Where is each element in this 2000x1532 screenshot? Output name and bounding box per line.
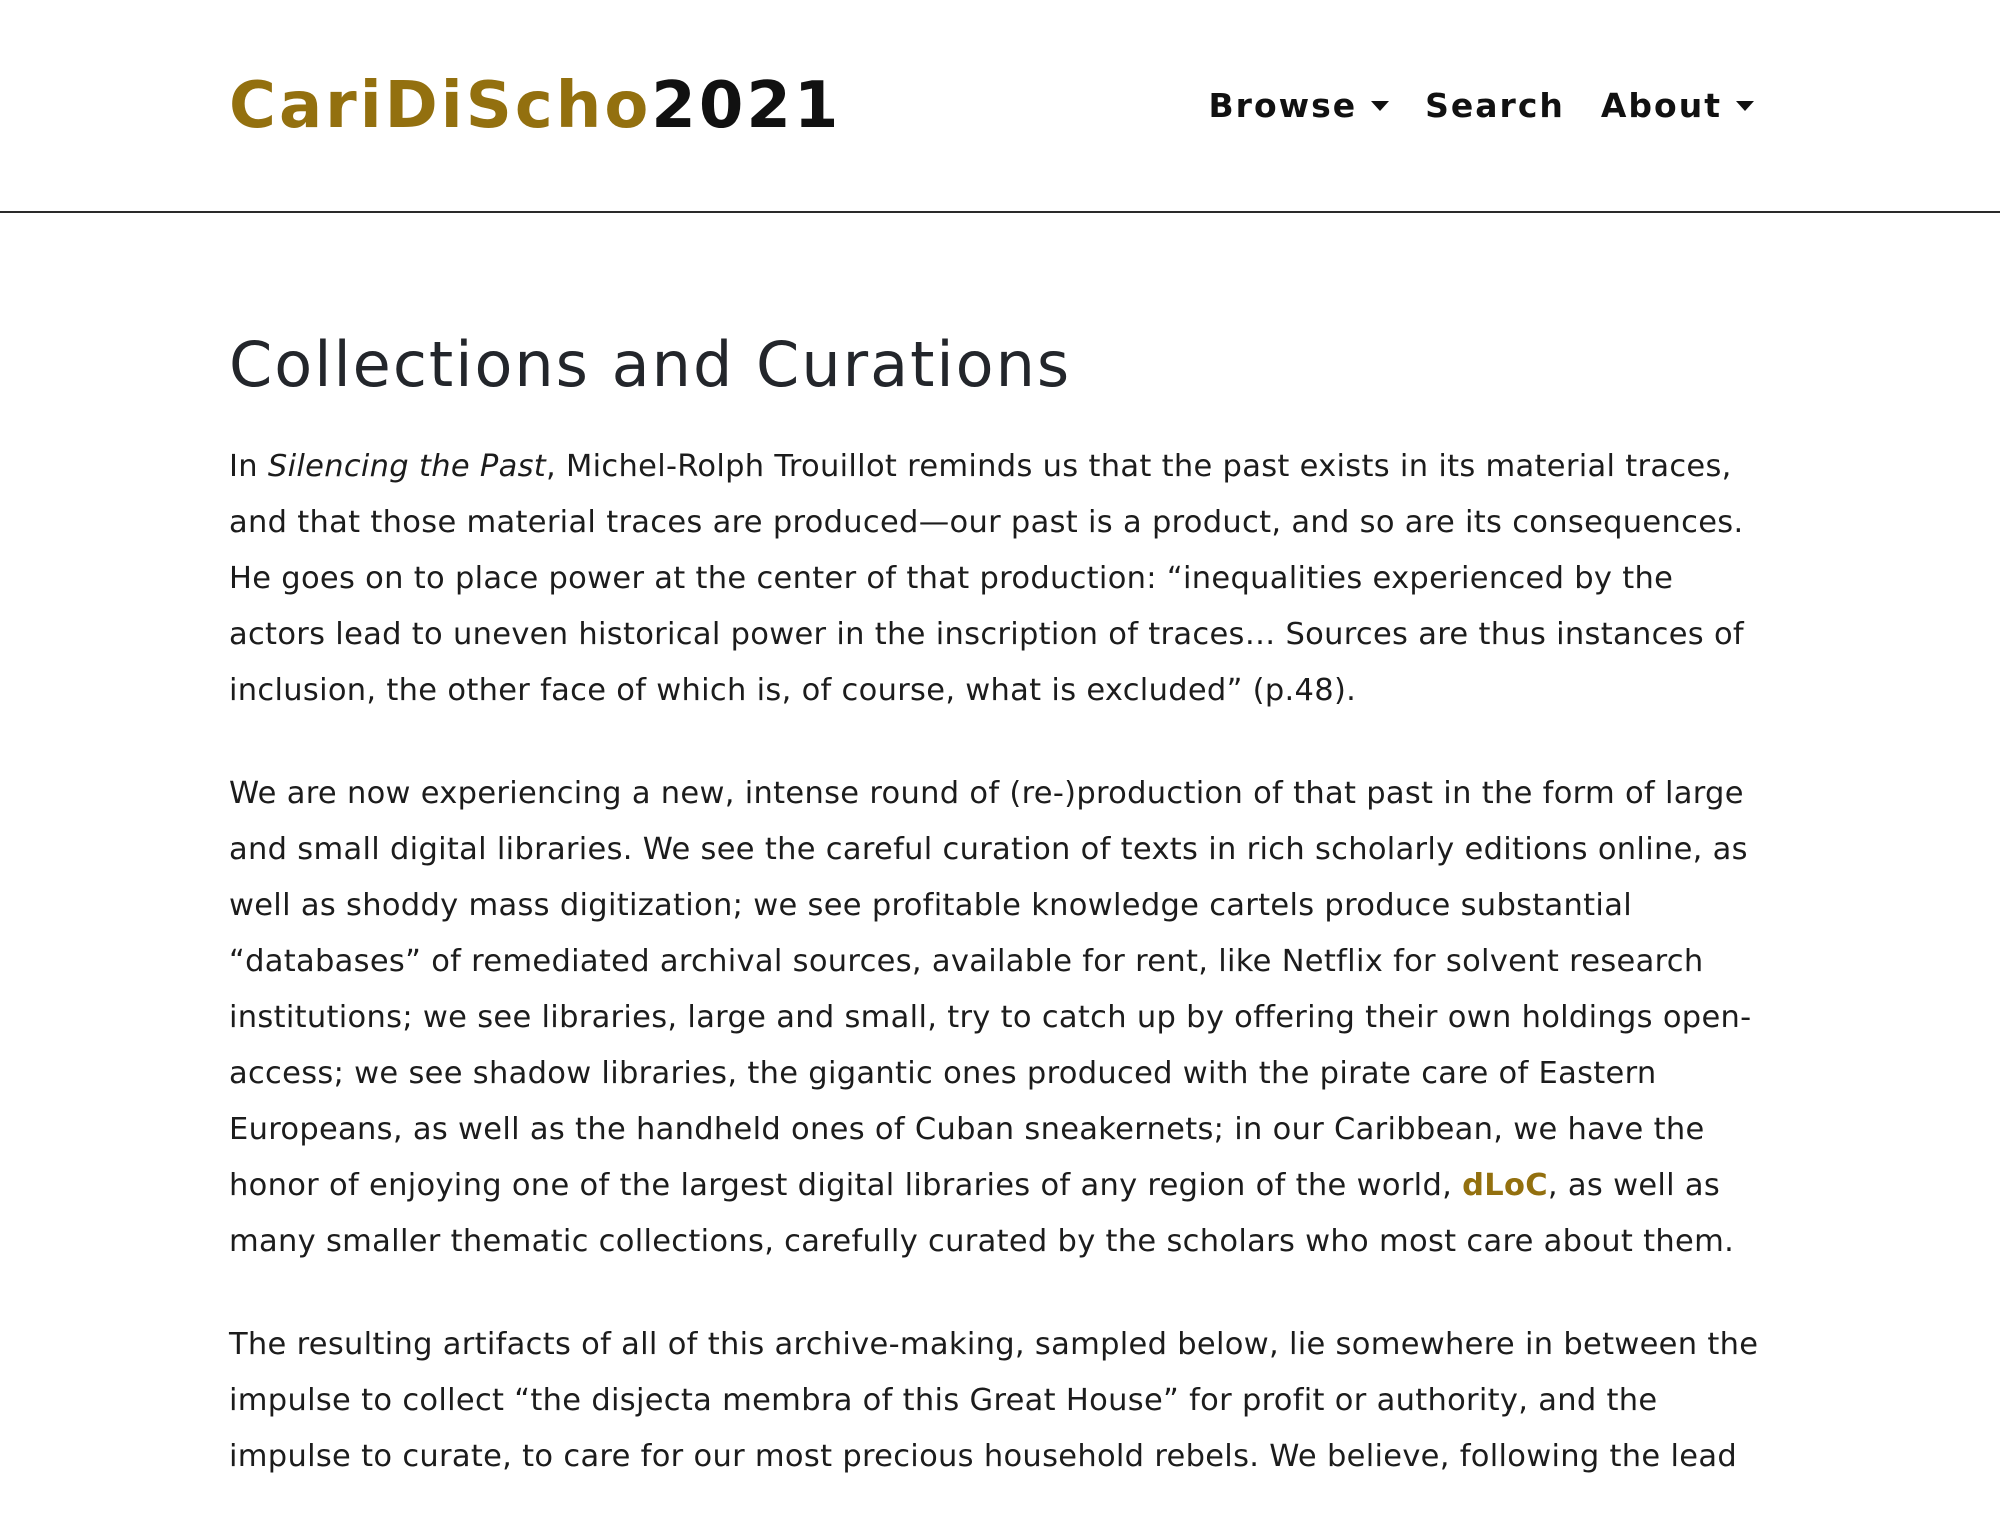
brand-year-text: 2021: [651, 69, 842, 143]
nav-browse-dropdown[interactable]: Browse: [1209, 84, 1390, 128]
nav-search-label: Search: [1425, 86, 1565, 125]
digital-libraries-paragraph: We are now experiencing a new, intense r…: [229, 766, 1774, 1270]
main-content: Collections and Curations In Silencing t…: [229, 325, 1774, 1532]
page-title: Collections and Curations: [229, 328, 1072, 401]
caret-down-icon: [1371, 101, 1390, 111]
site-header: CariDiScho2021 Browse Search About: [0, 0, 2000, 213]
intro-paragraph: In Silencing the Past, Michel-Rolph Trou…: [229, 439, 1774, 719]
archive-making-paragraph: The resulting artifacts of all of this a…: [229, 1327, 1759, 1474]
caret-down-icon: [1736, 101, 1754, 111]
intro-text-start: In: [229, 449, 268, 484]
main-nav: Browse Search About: [1209, 84, 1754, 128]
site-brand-logo[interactable]: CariDiScho2021: [229, 66, 841, 146]
digital-libraries-text: We are now experiencing a new, intense r…: [229, 776, 1752, 1203]
intro-text-rest: , Michel-Rolph Trouillot reminds us that…: [229, 449, 1744, 708]
dloc-link[interactable]: dLoC: [1462, 1168, 1548, 1203]
book-title: Silencing the Past: [267, 449, 547, 484]
nav-about-label: About: [1600, 86, 1722, 125]
brand-name-text: CariDiScho: [229, 69, 652, 143]
nav-browse-label: Browse: [1208, 86, 1358, 125]
nav-about-dropdown[interactable]: About: [1601, 84, 1754, 128]
nav-search-link[interactable]: Search: [1425, 84, 1565, 128]
